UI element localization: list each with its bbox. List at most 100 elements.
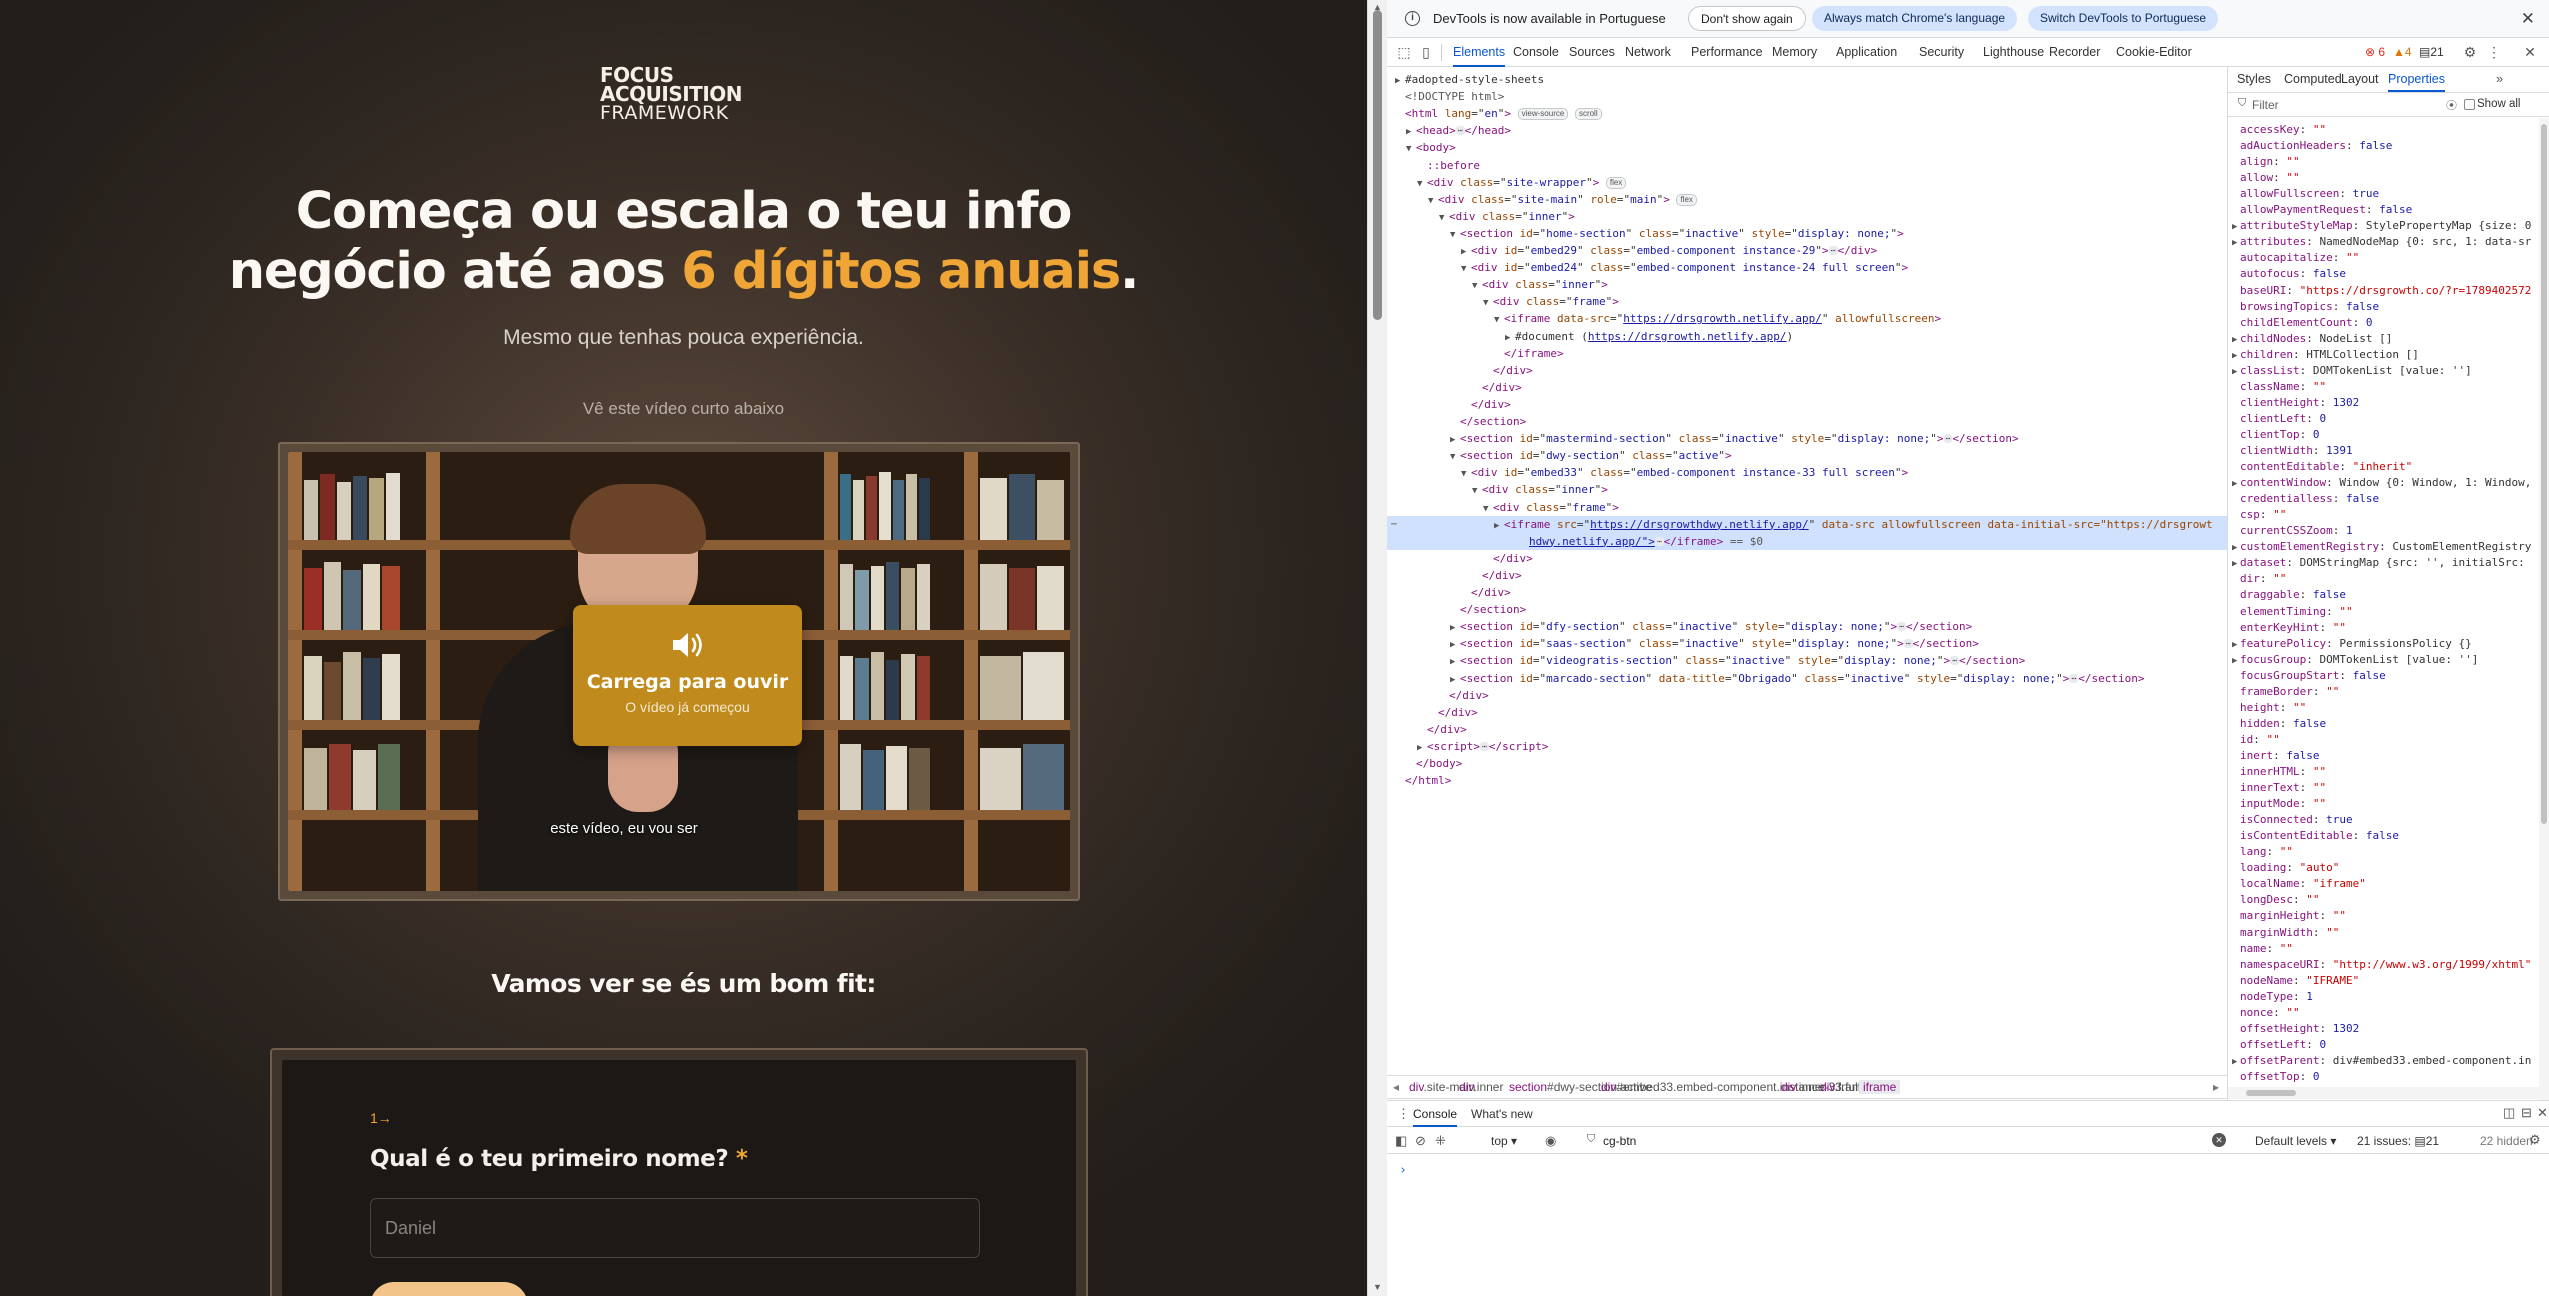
dom-node[interactable]: ▼ <div class="inner">: [1387, 276, 2227, 293]
collapsed-ellipsis[interactable]: ⋯: [1897, 622, 1906, 632]
document-link[interactable]: https://drsgrowth.netlify.app/: [1588, 330, 1787, 343]
property-row[interactable]: ▶ offsetParent: div#embed33.embed-compone…: [2232, 1053, 2531, 1069]
dom-node[interactable]: hdwy.netlify.app/"> ⋯ </iframe> == $0: [1387, 532, 2227, 550]
property-row[interactable]: childElementCount: 0: [2232, 315, 2372, 331]
property-row[interactable]: longDesc: "": [2232, 892, 2319, 908]
property-row[interactable]: offsetHeight: 1302: [2232, 1021, 2359, 1037]
property-row[interactable]: name: "": [2232, 941, 2293, 957]
console-filter[interactable]: ⛉ cg-btn: [1587, 1132, 2197, 1150]
property-row[interactable]: offsetLeft: 0: [2232, 1037, 2326, 1053]
device-toolbar-icon[interactable]: ▯: [1417, 43, 1435, 61]
expand-triangle-icon[interactable]: ▶: [2232, 364, 2240, 380]
sidebar-toggle-icon[interactable]: ◧: [1395, 1133, 1407, 1149]
property-row[interactable]: height: "": [2232, 700, 2306, 716]
expand-triangle-icon[interactable]: ▶: [2232, 1054, 2240, 1070]
property-row[interactable]: nonce: "": [2232, 1005, 2300, 1021]
property-row[interactable]: ▶ contentWindow: Window {0: Window, 1: Wi…: [2232, 475, 2531, 491]
more-options-icon[interactable]: ⋮: [2485, 43, 2503, 61]
property-row[interactable]: id: "": [2232, 732, 2280, 748]
tab-performance[interactable]: Performance: [1691, 38, 1763, 67]
property-row[interactable]: ▶ dataset: DOMStringMap {src: '', initial…: [2232, 555, 2525, 571]
breadcrumb-scroll-right[interactable]: ▸: [2213, 1080, 2219, 1094]
property-row[interactable]: allowFullscreen: true: [2232, 186, 2379, 202]
property-row[interactable]: isContentEditable: false: [2232, 828, 2399, 844]
dom-node[interactable]: </div>: [1387, 362, 2227, 379]
expand-triangle-icon[interactable]: ▶: [2232, 653, 2240, 669]
property-row[interactable]: frameBorder: "": [2232, 684, 2339, 700]
dom-node[interactable]: </div>: [1387, 379, 2227, 396]
regex-toggle-icon[interactable]: ⦿: [2446, 97, 2457, 113]
dom-node[interactable]: ▼ <body>: [1387, 139, 2227, 156]
property-row[interactable]: elementTiming: "": [2232, 604, 2353, 620]
attr-link[interactable]: https://drsgrowth.netlify.app/: [1623, 312, 1822, 325]
expand-triangle-icon[interactable]: ▶: [2232, 637, 2240, 653]
dom-node[interactable]: ⋯ ▶ <iframe src="https://drsgrowthdwy.netl…: [1387, 515, 2227, 533]
expand-triangle-icon[interactable]: ▶: [2232, 235, 2240, 251]
breadcrumb-scroll-left[interactable]: ◂: [1393, 1080, 1399, 1094]
property-row[interactable]: ▶ children: HTMLCollection []: [2232, 347, 2419, 363]
attr-link[interactable]: https://drsgrowthdwy.netlify.app/: [1590, 518, 1809, 531]
page-scrollbar[interactable]: ▲ ▼: [1367, 0, 1387, 1296]
property-row[interactable]: clientHeight: 1302: [2232, 395, 2359, 411]
property-row[interactable]: ▶ focusGroup: DOMTokenList [value: '']: [2232, 652, 2478, 668]
property-row[interactable]: inert: false: [2232, 748, 2320, 764]
tab-elements[interactable]: Elements: [1453, 38, 1506, 67]
drawer-tab-whats-new[interactable]: What's new: [1471, 1107, 1533, 1121]
dom-node[interactable]: </html>: [1387, 772, 2227, 789]
property-row[interactable]: ▶ classList: DOMTokenList [value: '']: [2232, 363, 2472, 379]
tab-lighthouse[interactable]: Lighthouse: [1983, 38, 2044, 67]
property-row[interactable]: autocapitalize: "": [2232, 250, 2359, 266]
property-row[interactable]: ▶ featurePolicy: PermissionsPolicy {}: [2232, 636, 2472, 652]
property-row[interactable]: loading: "auto": [2232, 860, 2339, 876]
dom-node[interactable]: ▼ <div class="frame">: [1387, 293, 2227, 310]
badge-flex[interactable]: flex: [1676, 193, 1697, 206]
collapsed-ellipsis[interactable]: ⋯: [1480, 741, 1489, 751]
drawer-menu-icon[interactable]: ⋮: [1397, 1106, 1410, 1122]
property-row[interactable]: clientLeft: 0: [2232, 411, 2326, 427]
tab-sources[interactable]: Sources: [1569, 38, 1615, 67]
dom-node[interactable]: ▶ <section id="dfy-section" class="inacti…: [1387, 618, 2227, 635]
scroll-thumb[interactable]: [2541, 124, 2547, 824]
eye-icon[interactable]: ◉: [1545, 1133, 1556, 1149]
expand-triangle-icon[interactable]: ▶: [2232, 219, 2240, 235]
badge-scroll[interactable]: scroll: [1574, 108, 1602, 121]
property-row[interactable]: lang: "": [2232, 844, 2293, 860]
property-row[interactable]: isConnected: true: [2232, 812, 2353, 828]
unmute-button[interactable]: Carrega para ouvir O vídeo já começou: [573, 605, 802, 746]
first-name-input[interactable]: [370, 1198, 980, 1258]
drawer-tab-console[interactable]: Console: [1413, 1107, 1458, 1127]
property-row[interactable]: clientWidth: 1391: [2232, 443, 2353, 459]
property-row[interactable]: adAuctionHeaders: false: [2232, 138, 2392, 154]
collapsed-ellipsis[interactable]: ⋯: [1828, 246, 1838, 255]
tab-memory[interactable]: Memory: [1772, 38, 1817, 67]
expand-triangle-icon[interactable]: ▶: [2232, 556, 2240, 572]
property-row[interactable]: autofocus: false: [2232, 266, 2346, 282]
dom-node[interactable]: </iframe>: [1387, 345, 2227, 362]
property-row[interactable]: ▶ attributes: NamedNodeMap {0: src, 1: da…: [2232, 234, 2531, 250]
settings-gear-icon[interactable]: ⚙: [2461, 43, 2479, 61]
close-drawer-icon[interactable]: ✕: [2537, 1105, 2548, 1121]
breadcrumb-item[interactable]: div.inner: [1459, 1080, 1503, 1094]
dom-node[interactable]: </div>: [1387, 584, 2227, 601]
dom-node[interactable]: ▼ <div id="embed24" class="embed-componen…: [1387, 259, 2227, 276]
always-match-language-button[interactable]: Always match Chrome's language: [1812, 6, 2018, 31]
property-row[interactable]: hidden: false: [2232, 716, 2326, 732]
property-row[interactable]: align: "": [2232, 154, 2300, 170]
close-devtools-icon[interactable]: ✕: [2521, 43, 2539, 61]
inspect-element-icon[interactable]: ⬚: [1395, 43, 1413, 61]
property-row[interactable]: ▶ attributeStyleMap: StylePropertyMap {si…: [2232, 218, 2531, 234]
minimize-drawer-icon[interactable]: ⊟: [2521, 1105, 2532, 1121]
dom-node[interactable]: </div>: [1387, 721, 2227, 738]
expand-triangle-icon[interactable]: ▶: [2232, 540, 2240, 556]
expand-triangle-icon[interactable]: ▶: [2232, 332, 2240, 348]
tab-console[interactable]: Console: [1513, 38, 1559, 67]
dom-node[interactable]: </body>: [1387, 755, 2227, 772]
dom-node[interactable]: ▶ <div id="embed29" class="embed-componen…: [1387, 242, 2227, 259]
sidebar-tab-layout[interactable]: Layout: [2341, 72, 2379, 86]
dom-node[interactable]: ▼ <section id="dwy-section" class="active…: [1387, 447, 2227, 464]
dom-node[interactable]: ▼ <div class="inner">: [1387, 208, 2227, 225]
clear-console-icon[interactable]: ⊘: [1415, 1133, 1426, 1149]
dom-node[interactable]: </section>: [1387, 413, 2227, 430]
breadcrumb-item[interactable]: div.inner: [1781, 1080, 1825, 1094]
close-icon[interactable]: ✕: [2521, 9, 2535, 29]
